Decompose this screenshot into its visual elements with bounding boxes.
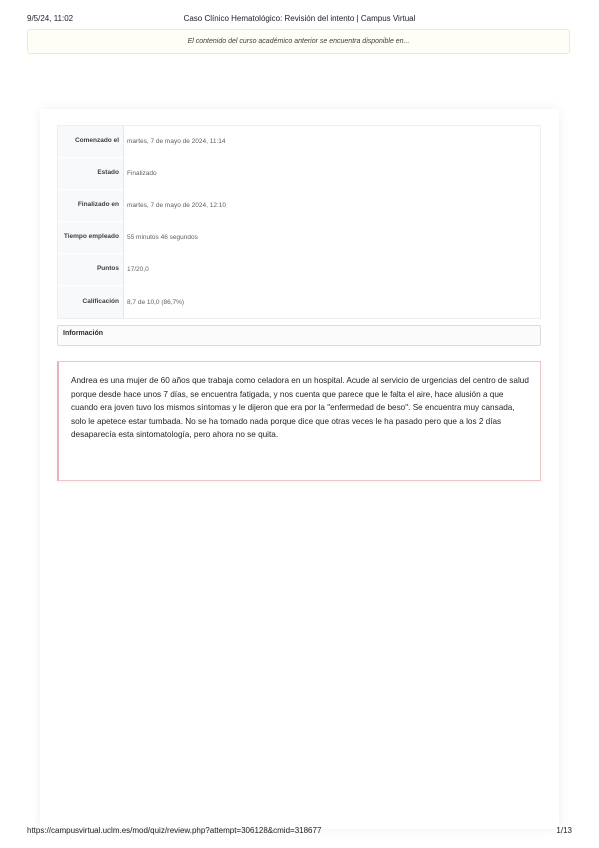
- page-url: https://campusvirtual.uclm.es/mod/quiz/r…: [27, 826, 322, 835]
- print-footer: https://campusvirtual.uclm.es/mod/quiz/r…: [27, 826, 572, 838]
- summary-label: Comenzado el: [74, 137, 119, 145]
- summary-row-grade: Calificación 8,7 de 10,0 (86,7%): [58, 286, 540, 318]
- attempt-summary-table: Comenzado el martes, 7 de mayo de 2024, …: [57, 125, 541, 319]
- print-header: 9/5/24, 11:02 Caso Clínico Hematológico:…: [27, 14, 572, 26]
- summary-row-started: Comenzado el martes, 7 de mayo de 2024, …: [58, 126, 540, 158]
- summary-value: Finalizado: [123, 158, 540, 189]
- summary-value: 17/20,0: [123, 254, 540, 285]
- information-header: Información: [57, 325, 541, 346]
- information-title: Información: [63, 330, 104, 337]
- summary-label: Finalizado en: [77, 201, 119, 209]
- summary-label: Puntos: [96, 265, 119, 273]
- summary-label: Estado: [97, 169, 119, 177]
- summary-row-finished: Finalizado en martes, 7 de mayo de 2024,…: [58, 190, 540, 222]
- summary-value: martes, 7 de mayo de 2024, 11:14: [123, 126, 540, 157]
- print-page-title: Caso Clínico Hematológico: Revisión del …: [183, 14, 416, 23]
- summary-value: martes, 7 de mayo de 2024, 12:10: [123, 190, 540, 221]
- notice-text: El contenido del curso académico anterio…: [187, 38, 410, 45]
- summary-label: Calificación: [82, 297, 119, 305]
- quiz-review-card: Comenzado el martes, 7 de mayo de 2024, …: [40, 109, 559, 829]
- summary-row-time-taken: Tiempo empleado 55 minutos 46 segundos: [58, 222, 540, 254]
- page-number: 1/13: [556, 826, 572, 835]
- summary-row-points: Puntos 17/20,0: [58, 254, 540, 286]
- summary-value: 8,7 de 10,0 (86,7%): [123, 286, 540, 318]
- case-description: Andrea es una mujer de 60 años que traba…: [71, 376, 529, 439]
- summary-row-state: Estado Finalizado: [58, 158, 540, 190]
- question-text-box: Andrea es una mujer de 60 años que traba…: [57, 361, 541, 481]
- previous-course-notice[interactable]: El contenido del curso académico anterio…: [27, 29, 570, 54]
- summary-label: Tiempo empleado: [63, 233, 119, 241]
- summary-value: 55 minutos 46 segundos: [123, 222, 540, 253]
